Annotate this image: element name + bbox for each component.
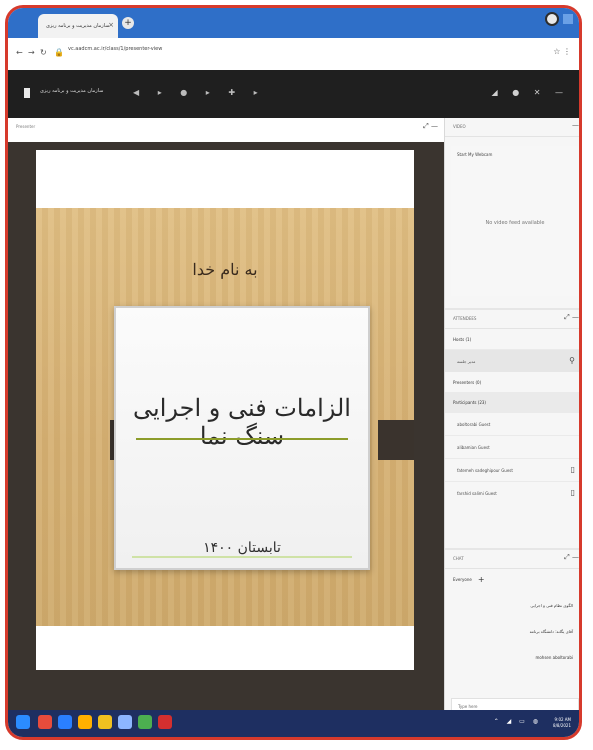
ie-icon[interactable] [58, 715, 72, 729]
topbar-right-icons[interactable]: ◢ ● ✕ — [492, 88, 569, 97]
attendees-section: ATTENDEES ⤢ — Hosts (1) مدیر جلسه ⚲ Pres… [445, 308, 582, 550]
slide-footer-line [132, 556, 352, 558]
slide-ribbon-right [378, 420, 414, 460]
video-header-label: VIDEO [453, 124, 466, 129]
app-icon[interactable] [118, 715, 132, 729]
chrome-icon[interactable] [138, 715, 152, 729]
windows-taskbar: ⌃ ◢ ▭ ◍ 9:02 AM 8/8/2021 [8, 710, 579, 737]
hosts-group[interactable]: Hosts (1) [445, 329, 579, 349]
back-icon[interactable]: ← [16, 48, 23, 57]
folder-icon[interactable] [98, 715, 112, 729]
slide-bottom-margin [36, 626, 414, 670]
browser-tab[interactable]: سازمان مدیریت و برنامه ریزی × [38, 14, 118, 38]
start-button-icon[interactable] [16, 715, 30, 729]
participant-name: aboltorabi Guest [457, 421, 491, 427]
video-header: VIDEO — [445, 118, 579, 137]
chat-menu-icon[interactable]: ⤢ — [564, 553, 579, 562]
attendees-menu-icon[interactable]: ⤢ — [564, 313, 579, 322]
participant-name: farshid salimi Guest [457, 490, 497, 496]
org-logo-icon [24, 88, 30, 98]
presenter-controls[interactable]: ⤢ — [423, 122, 438, 131]
side-panel: VIDEO — Start My Webcam No video feed av… [444, 118, 582, 720]
slide-top-margin [36, 150, 414, 208]
close-tab-button[interactable]: × [108, 21, 114, 29]
device-icon: ▯ [570, 488, 575, 497]
org-title: سازمان مدیریت و برنامه ریزی [40, 88, 104, 94]
participants-group[interactable]: Participants (23) [445, 392, 579, 412]
window-controls [545, 12, 573, 26]
participants-label: Participants (23) [453, 399, 486, 405]
participant-name: alibamian Guest [457, 444, 490, 450]
browser-tab-strip: سازمان مدیریت و برنامه ریزی × + [8, 8, 579, 38]
participant-row[interactable]: alibamian Guest [445, 435, 579, 458]
acrobat-icon[interactable] [158, 715, 172, 729]
presenter-header: Presenter [16, 124, 36, 129]
address-bar: ← → ↻ 🔒 vc.aadcm.ac.ir/class/1/presenter… [8, 38, 579, 71]
slide-title-card: الزامات فنی و اجرایی سنگ نما تابستان ۱۴۰… [114, 306, 370, 570]
firefox-icon[interactable] [78, 715, 92, 729]
participant-name: fatemeh sadeghipour Guest [457, 467, 513, 473]
slide: به نام خدا الزامات فنی و اجرایی سنگ نما … [36, 150, 414, 670]
slide-title: الزامات فنی و اجرایی سنگ نما [133, 394, 351, 450]
chat-message-text: آقای یگانه: دانشگاه برنامه [529, 628, 573, 634]
host-name: مدیر جلسه [457, 358, 476, 364]
chat-message-text: mohsen aboltorabi [535, 654, 573, 660]
chat-message: mohsen aboltorabi [455, 647, 579, 667]
video-menu-icon[interactable]: — [572, 121, 579, 129]
chat-filter-label: Everyone [453, 576, 472, 582]
video-section: VIDEO — Start My Webcam No video feed av… [445, 118, 579, 308]
taskbar-clock[interactable]: 9:02 AM 8/8/2021 [553, 717, 571, 729]
participant-row[interactable]: fatemeh sadeghipour Guest ▯ [445, 458, 579, 481]
attendees-header-label: ATTENDEES [453, 316, 477, 321]
system-tray-icons[interactable]: ⌃ ◢ ▭ ◍ [494, 718, 541, 725]
slide-area: به نام خدا الزامات فنی و اجرایی سنگ نما … [8, 142, 444, 718]
screenshot-frame: سازمان مدیریت و برنامه ریزی × + ← → ↻ 🔒 … [5, 5, 582, 740]
add-chat-icon[interactable]: + [478, 575, 485, 584]
host-status-icon: ⚲ [569, 356, 575, 365]
participant-row[interactable]: farshid salimi Guest ▯ [445, 481, 579, 504]
taskbar-date: 8/8/2021 [553, 723, 571, 728]
window-button-icon[interactable] [563, 14, 573, 24]
profile-icon[interactable] [545, 12, 559, 26]
presenters-group[interactable]: Presenters (0) [445, 372, 579, 392]
meeting-topbar: سازمان مدیریت و برنامه ریزی ◀ ▸ ● ▸ ✚ ▸ … [8, 70, 579, 118]
hosts-label: Hosts (1) [453, 336, 472, 342]
new-tab-button[interactable]: + [122, 17, 134, 29]
url-field[interactable]: vc.aadcm.ac.ir/class/1/presenter-view [68, 46, 162, 52]
presenter-panel: Presenter ⤢ — به نام خدا الزامات فنی و ا… [8, 118, 444, 718]
topbar-status-icons[interactable]: ◀ ▸ ● ▸ ✚ ▸ [133, 88, 266, 97]
participant-row[interactable]: aboltorabi Guest [445, 412, 579, 435]
start-webcam-button[interactable]: Start My Webcam [457, 152, 492, 157]
forward-icon[interactable]: → [28, 48, 35, 57]
chat-header-label: CHAT [453, 556, 464, 561]
presenters-label: Presenters (0) [453, 379, 482, 385]
attendees-header: ATTENDEES ⤢ — [445, 310, 579, 329]
chat-filter[interactable]: Everyone + [445, 569, 579, 589]
edge-icon[interactable] [38, 715, 52, 729]
chat-message: آقای یگانه: دانشگاه برنامه [455, 621, 579, 641]
host-row[interactable]: مدیر جلسه ⚲ [445, 349, 579, 372]
video-box: Start My Webcam No video feed available [451, 146, 579, 296]
browser-menu-icons[interactable]: ☆ ⋮ [553, 47, 571, 56]
reload-icon[interactable]: ↻ [40, 48, 47, 57]
slide-basmala: به نام خدا [192, 260, 258, 279]
chat-header: CHAT ⤢ — [445, 550, 579, 569]
slide-title-underline [136, 438, 348, 440]
device-icon: ▯ [570, 465, 575, 474]
attendees-scrollbar[interactable] [579, 324, 582, 382]
slide-footer: تابستان ۱۴۰۰ [203, 540, 281, 556]
chat-message-text: الگوی نظام فنی و اجرایی [530, 602, 573, 608]
lock-icon: 🔒 [54, 48, 64, 57]
tab-title: سازمان مدیریت و برنامه ریزی [46, 23, 110, 29]
video-message: No video feed available [485, 220, 545, 226]
chat-section: CHAT ⤢ — Everyone + الگوی نظام فنی و اجر… [445, 548, 579, 720]
chat-message: الگوی نظام فنی و اجرایی [455, 595, 579, 615]
